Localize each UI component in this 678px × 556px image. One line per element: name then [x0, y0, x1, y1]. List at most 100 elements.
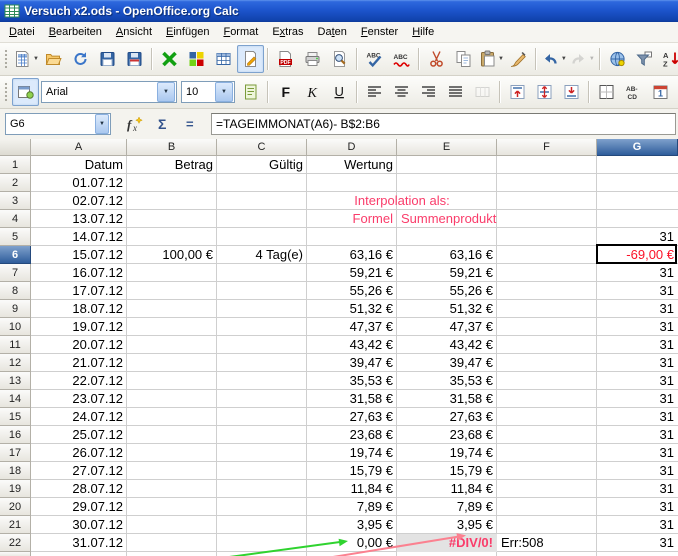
redo-button[interactable]: ▼: [568, 45, 596, 73]
cell-G11[interactable]: 31: [597, 336, 678, 354]
cell-G13[interactable]: 31: [597, 372, 678, 390]
align-right-button[interactable]: [415, 78, 442, 106]
align-top-button[interactable]: [504, 78, 531, 106]
spellcheck-button[interactable]: ABC: [361, 45, 388, 73]
row-header-21[interactable]: 21: [0, 516, 31, 534]
equals-button[interactable]: =: [177, 111, 205, 137]
underline-button[interactable]: U: [326, 78, 353, 106]
cell-G22[interactable]: 31: [597, 534, 678, 552]
cell-D3[interactable]: Interpolation als:: [307, 192, 497, 210]
excel-x-button[interactable]: [156, 45, 183, 73]
cell-A15[interactable]: 24.07.12: [31, 408, 127, 426]
new-spreadsheet-button[interactable]: ▼: [12, 45, 40, 73]
title-bar[interactable]: Versuch x2.ods - OpenOffice.org Calc: [0, 0, 678, 22]
row-header-14[interactable]: 14: [0, 390, 31, 408]
cell-D16[interactable]: 23,68 €: [307, 426, 397, 444]
sum-button[interactable]: Σ: [149, 111, 177, 137]
justify-button[interactable]: [442, 78, 469, 106]
cell-D19[interactable]: 11,84 €: [307, 480, 397, 498]
insert-table-button[interactable]: [210, 45, 237, 73]
cell-E10[interactable]: 47,37 €: [397, 318, 497, 336]
cell-A12[interactable]: 21.07.12: [31, 354, 127, 372]
cell-A16[interactable]: 25.07.12: [31, 426, 127, 444]
row-header-6[interactable]: 6: [0, 246, 31, 264]
toolbar-grip[interactable]: [3, 48, 9, 70]
merge-cells-button[interactable]: [469, 78, 496, 106]
select-all-corner[interactable]: [0, 139, 31, 156]
hyperlink-button[interactable]: [604, 45, 631, 73]
cell-E8[interactable]: 55,26 €: [397, 282, 497, 300]
cell-A2[interactable]: 01.07.12: [31, 174, 127, 192]
cell-E11[interactable]: 43,42 €: [397, 336, 497, 354]
cell-A20[interactable]: 29.07.12: [31, 498, 127, 516]
formula-input[interactable]: [212, 114, 678, 134]
column-header-A[interactable]: A: [31, 139, 127, 156]
print-button[interactable]: [299, 45, 326, 73]
name-box[interactable]: ▼: [5, 113, 111, 135]
cell-A1[interactable]: Datum: [31, 156, 127, 174]
center-vertical-button[interactable]: [531, 78, 558, 106]
menu-hilfe[interactable]: Hilfe: [405, 24, 441, 41]
copy-button[interactable]: [450, 45, 477, 73]
cell-G9[interactable]: 31: [597, 300, 678, 318]
cell-D4[interactable]: Formel: [307, 210, 397, 228]
menu-format[interactable]: Format: [216, 24, 265, 41]
cell-E20[interactable]: 7,89 €: [397, 498, 497, 516]
cell-E16[interactable]: 23,68 €: [397, 426, 497, 444]
cut-button[interactable]: [423, 45, 450, 73]
cell-D8[interactable]: 55,26 €: [307, 282, 397, 300]
font-size-input[interactable]: [182, 83, 214, 101]
cell-D1[interactable]: Wertung: [307, 156, 397, 174]
cell-G8[interactable]: 31: [597, 282, 678, 300]
row-header-19[interactable]: 19: [0, 480, 31, 498]
cell-G15[interactable]: 31: [597, 408, 678, 426]
row-header-10[interactable]: 10: [0, 318, 31, 336]
column-header-F[interactable]: F: [497, 139, 597, 156]
format-page-button[interactable]: [237, 78, 264, 106]
column-header-E[interactable]: E: [397, 139, 497, 156]
cell-G7[interactable]: 31: [597, 264, 678, 282]
align-center-button[interactable]: [388, 78, 415, 106]
row-header-1[interactable]: 1: [0, 156, 31, 174]
text-format-abcd-button[interactable]: AB-CD: [620, 78, 647, 106]
row-header-2[interactable]: 2: [0, 174, 31, 192]
format-paintbrush-button[interactable]: [505, 45, 532, 73]
cell-reference-input[interactable]: [6, 115, 94, 133]
align-left-button[interactable]: [361, 78, 388, 106]
row-header-7[interactable]: 7: [0, 264, 31, 282]
row-header-12[interactable]: 12: [0, 354, 31, 372]
cell-E22[interactable]: #DIV/0!: [397, 534, 497, 552]
cell-G6[interactable]: -69,00 €: [597, 246, 678, 264]
page-preview-button[interactable]: [326, 45, 353, 73]
autofilter-button[interactable]: [631, 45, 658, 73]
cell-G12[interactable]: 31: [597, 354, 678, 372]
column-header-C[interactable]: C: [217, 139, 307, 156]
font-size-combo[interactable]: ▼: [181, 81, 235, 103]
column-header-D[interactable]: D: [307, 139, 397, 156]
cell-D9[interactable]: 51,32 €: [307, 300, 397, 318]
paste-dropdown-icon[interactable]: ▼: [498, 56, 504, 62]
save-as-button[interactable]: [121, 45, 148, 73]
export-pdf-button[interactable]: PDF: [272, 45, 299, 73]
cell-F22[interactable]: Err:508: [497, 534, 597, 552]
cell-G20[interactable]: 31: [597, 498, 678, 516]
menu-bearbeiten[interactable]: Bearbeiten: [42, 24, 109, 41]
row-header-3[interactable]: 3: [0, 192, 31, 210]
menu-daten[interactable]: Daten: [311, 24, 354, 41]
menu-extras[interactable]: Extras: [265, 24, 310, 41]
cell-D21[interactable]: 3,95 €: [307, 516, 397, 534]
column-header-B[interactable]: B: [127, 139, 217, 156]
reload-button[interactable]: [67, 45, 94, 73]
menu-fenster[interactable]: Fenster: [354, 24, 405, 41]
cell-A9[interactable]: 18.07.12: [31, 300, 127, 318]
cell-A14[interactable]: 23.07.12: [31, 390, 127, 408]
cell-A22[interactable]: 31.07.12: [31, 534, 127, 552]
save-button[interactable]: [94, 45, 121, 73]
cell-E14[interactable]: 31,58 €: [397, 390, 497, 408]
column-header-G[interactable]: G: [597, 139, 678, 156]
cell-D6[interactable]: 63,16 €: [307, 246, 397, 264]
cell-G14[interactable]: 31: [597, 390, 678, 408]
menu-einfgen[interactable]: Einfügen: [159, 24, 216, 41]
undo-button[interactable]: ▼: [540, 45, 568, 73]
cell-E12[interactable]: 39,47 €: [397, 354, 497, 372]
